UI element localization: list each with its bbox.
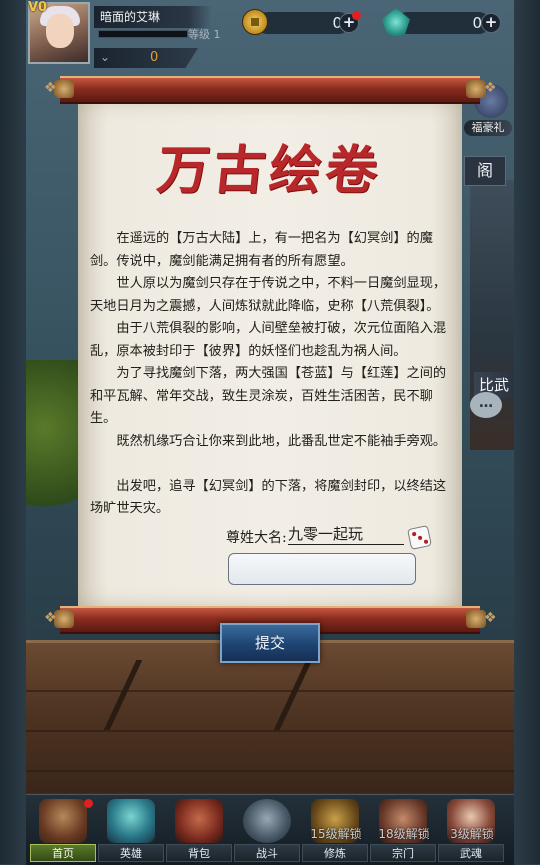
rod-tip-icon: ❖ bbox=[44, 610, 57, 626]
nav-cultivate[interactable]: 15级解锁 修炼 bbox=[302, 795, 368, 865]
story-paragraph: 既然机缘巧合让你来到此地，此番乱世定不能袖手旁观。 bbox=[116, 433, 447, 449]
story-paragraph: 为了寻找魔剑下落，两大强国【苍蓝】与【红莲】之间的和平瓦解、常年交战，致生灵涂炭… bbox=[90, 366, 447, 426]
coin-icon bbox=[242, 9, 268, 35]
notification-dot bbox=[84, 799, 93, 808]
notification-dot bbox=[352, 11, 361, 20]
avatar-face bbox=[46, 14, 74, 48]
story-text: 在遥远的【万古大陆】上，有一把名为【幻冥剑】的魔剑。传说中，魔剑能满足拥有者的所… bbox=[90, 228, 456, 521]
nav-label: 宗门 bbox=[370, 844, 436, 862]
chevron-down-icon: ⌄ bbox=[100, 50, 111, 64]
coin-bar: 0 bbox=[256, 12, 350, 34]
background-trees bbox=[26, 360, 86, 530]
bottom-nav: 首页 英雄 背包 战斗 15级解锁 修炼 18级解锁 宗门 3级解锁 武魂 bbox=[26, 794, 514, 865]
nav-sect[interactable]: 18级解锁 宗门 bbox=[370, 795, 436, 865]
battle-icon bbox=[243, 799, 291, 843]
pavilion-button[interactable]: 阁 bbox=[464, 156, 506, 186]
nav-label: 战斗 bbox=[234, 844, 300, 862]
rod-knob bbox=[54, 80, 74, 98]
story-paragraph: 世人原以为魔剑只存在于传说之中，不料一日魔剑显现，天地日月为之震撼，人间炼狱就此… bbox=[90, 276, 447, 314]
nav-label: 英雄 bbox=[98, 844, 164, 862]
vip-badge: V0 bbox=[28, 0, 48, 15]
name-input[interactable] bbox=[228, 553, 416, 585]
nav-home[interactable]: 首页 bbox=[30, 795, 96, 865]
xp-bar bbox=[98, 30, 188, 38]
gift-label[interactable]: 福豪礼 bbox=[464, 120, 512, 136]
dice-icon[interactable] bbox=[407, 525, 432, 550]
bag-icon bbox=[175, 799, 223, 843]
generated-name: 九零一起玩 bbox=[288, 524, 404, 545]
scroll-title: 万古绘卷 bbox=[154, 140, 385, 201]
nav-battle[interactable]: 战斗 bbox=[234, 795, 300, 865]
home-icon bbox=[39, 799, 87, 843]
rod-knob bbox=[466, 80, 486, 98]
rod-tip-icon: ❖ bbox=[44, 80, 57, 96]
ship-plank bbox=[26, 730, 514, 732]
submit-button[interactable]: 提交 bbox=[220, 623, 320, 663]
power-value: 0 bbox=[150, 50, 159, 65]
chat-icon[interactable]: … bbox=[470, 392, 502, 418]
player-name: 暗面的艾琳 bbox=[94, 6, 212, 28]
nav-label: 武魂 bbox=[438, 844, 504, 862]
right-frame bbox=[514, 0, 540, 864]
hero-icon bbox=[107, 799, 155, 843]
player-level: 等级 1 bbox=[188, 28, 221, 41]
rod-tip-icon: ❖ bbox=[484, 80, 497, 96]
nav-bag[interactable]: 背包 bbox=[166, 795, 232, 865]
ship-plank bbox=[26, 690, 514, 692]
unlock-hint: 3级解锁 bbox=[450, 827, 494, 841]
nav-soul[interactable]: 3级解锁 武魂 bbox=[438, 795, 504, 865]
nav-label: 背包 bbox=[166, 844, 232, 862]
rod-knob bbox=[54, 610, 74, 628]
story-paragraph: 由于八荒俱裂的影响，人间壁垒被打破，次元位面陷入混乱，原本被封印于【彼界】的妖怪… bbox=[90, 321, 447, 359]
nav-heroes[interactable]: 英雄 bbox=[98, 795, 164, 865]
rod-knob bbox=[466, 610, 486, 628]
story-paragraph: 出发吧，追寻【幻冥剑】的下落，将魔剑封印，以终结这场旷世天灾。 bbox=[90, 478, 447, 517]
gem-bar: 0 bbox=[396, 12, 490, 34]
left-frame bbox=[0, 0, 26, 864]
add-gems-button[interactable]: + bbox=[481, 13, 501, 33]
nav-label: 修炼 bbox=[302, 844, 368, 862]
scroll-top-rod bbox=[60, 76, 480, 104]
ship-plank bbox=[26, 770, 514, 772]
rod-tip-icon: ❖ bbox=[484, 610, 497, 626]
story-paragraph: 在遥远的【万古大陆】上，有一把名为【幻冥剑】的魔剑。传说中，魔剑能满足拥有者的所… bbox=[90, 231, 433, 269]
nav-label: 首页 bbox=[30, 844, 96, 862]
name-label: 尊姓大名: bbox=[226, 530, 287, 546]
